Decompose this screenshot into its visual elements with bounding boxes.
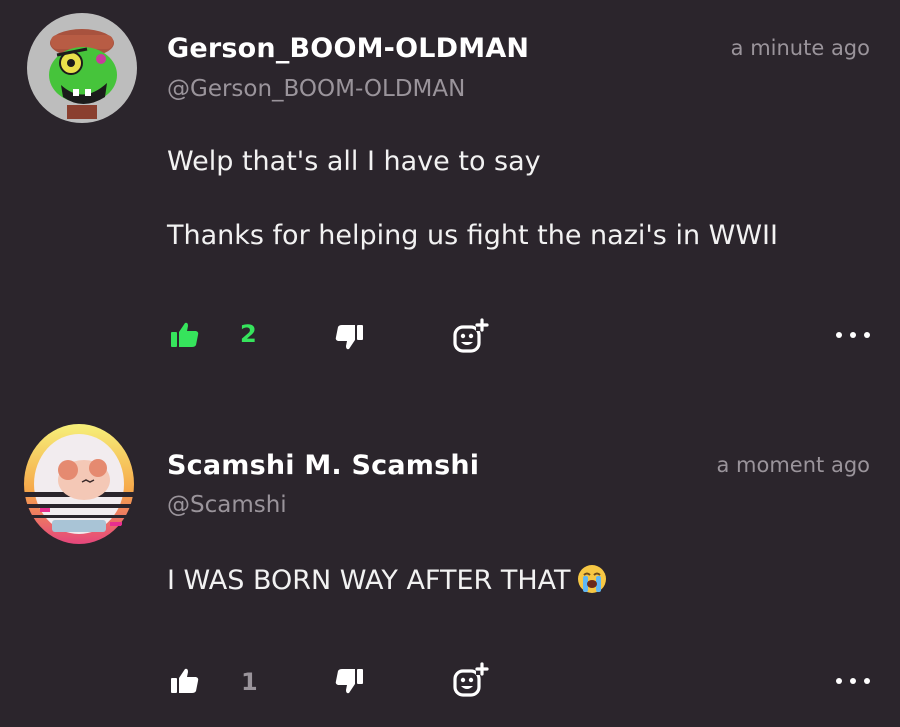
comment-timestamp: a moment ago bbox=[716, 453, 871, 477]
add-reaction-button[interactable] bbox=[452, 662, 490, 700]
comment-handle[interactable]: @Gerson_BOOM-OLDMAN bbox=[167, 76, 465, 102]
thumbs-up-icon bbox=[171, 668, 199, 693]
like-button[interactable] bbox=[170, 320, 200, 350]
dislike-button[interactable] bbox=[334, 666, 364, 696]
comment-handle[interactable]: @Scamshi bbox=[167, 492, 287, 518]
like-count: 2 bbox=[240, 320, 257, 348]
avatar[interactable] bbox=[27, 13, 137, 123]
comment-body-line: Welp that's all I have to say bbox=[167, 146, 541, 177]
comment-timestamp: a minute ago bbox=[730, 36, 870, 60]
comment-body-text: I WAS BORN WAY AFTER THAT bbox=[167, 565, 571, 596]
add-reaction-icon bbox=[453, 662, 489, 697]
like-button[interactable] bbox=[170, 666, 200, 696]
add-reaction-button[interactable] bbox=[452, 318, 490, 356]
more-options-button[interactable] bbox=[836, 676, 870, 686]
comment-body-line: Thanks for helping us fight the nazi's i… bbox=[167, 220, 778, 251]
like-count: 1 bbox=[241, 668, 258, 696]
more-options-icon bbox=[836, 332, 842, 338]
avatar[interactable] bbox=[22, 422, 136, 546]
dislike-button[interactable] bbox=[334, 322, 364, 352]
comment: Scamshi M. Scamshi @Scamshi a moment ago… bbox=[0, 400, 900, 727]
thumbs-up-icon bbox=[171, 322, 199, 347]
add-reaction-icon bbox=[453, 318, 489, 353]
comment: Gerson_BOOM-OLDMAN @Gerson_BOOM-OLDMAN a… bbox=[0, 0, 900, 390]
thumbs-down-icon bbox=[335, 669, 363, 694]
thumbs-down-icon bbox=[335, 325, 363, 350]
comment-body-line: I WAS BORN WAY AFTER THAT bbox=[167, 564, 607, 601]
comment-author[interactable]: Gerson_BOOM-OLDMAN bbox=[167, 33, 529, 64]
loudly-crying-face-emoji bbox=[577, 564, 607, 601]
comment-author[interactable]: Scamshi M. Scamshi bbox=[167, 450, 479, 481]
more-options-icon bbox=[836, 678, 842, 684]
more-options-button[interactable] bbox=[836, 330, 870, 340]
